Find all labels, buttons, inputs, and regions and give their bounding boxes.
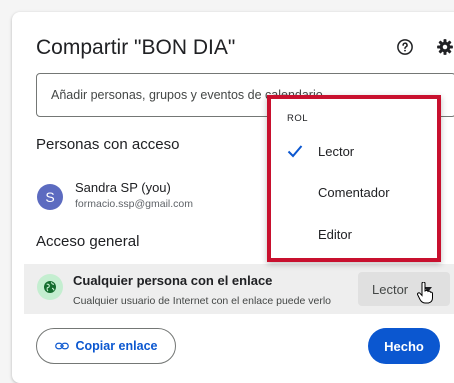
avatar: S — [37, 184, 63, 210]
role-dropdown-label: Lector — [372, 282, 409, 297]
copy-link-button[interactable]: Copiar enlace — [36, 328, 176, 364]
role-menu: ROL Lector Comentador Editor — [267, 95, 441, 262]
role-dropdown[interactable]: Lector — [358, 272, 450, 306]
user-email: formacio.ssp@gmail.com — [75, 198, 194, 210]
link-icon — [54, 342, 69, 350]
general-access-title[interactable]: Cualquier persona con el enlace — [73, 273, 272, 288]
help-icon[interactable] — [396, 38, 414, 56]
people-with-access-heading: Personas con acceso — [36, 136, 180, 153]
copy-link-label: Copiar enlace — [75, 339, 158, 353]
role-option-editor[interactable]: Editor — [271, 217, 437, 253]
role-option-label: Comentador — [318, 185, 390, 200]
general-access-description: Cualquier usuario de Internet con el enl… — [73, 295, 332, 307]
general-access-heading: Acceso general — [36, 233, 140, 250]
user-name: Sandra SP (you) — [75, 180, 171, 195]
dialog-title: Compartir "BON DIA" — [36, 36, 236, 59]
role-option-comentador[interactable]: Comentador — [271, 175, 437, 211]
check-icon — [287, 145, 303, 158]
role-option-label: Lector — [318, 144, 355, 159]
role-option-lector[interactable]: Lector — [271, 134, 437, 170]
pointer-cursor-icon — [417, 282, 433, 304]
settings-icon[interactable] — [436, 38, 454, 56]
role-menu-header: ROL — [287, 113, 309, 124]
done-button[interactable]: Hecho — [368, 328, 440, 364]
role-option-label: Editor — [318, 227, 352, 242]
globe-icon — [37, 274, 63, 300]
general-access-row: Cualquier persona con el enlace Cualquie… — [24, 264, 454, 314]
